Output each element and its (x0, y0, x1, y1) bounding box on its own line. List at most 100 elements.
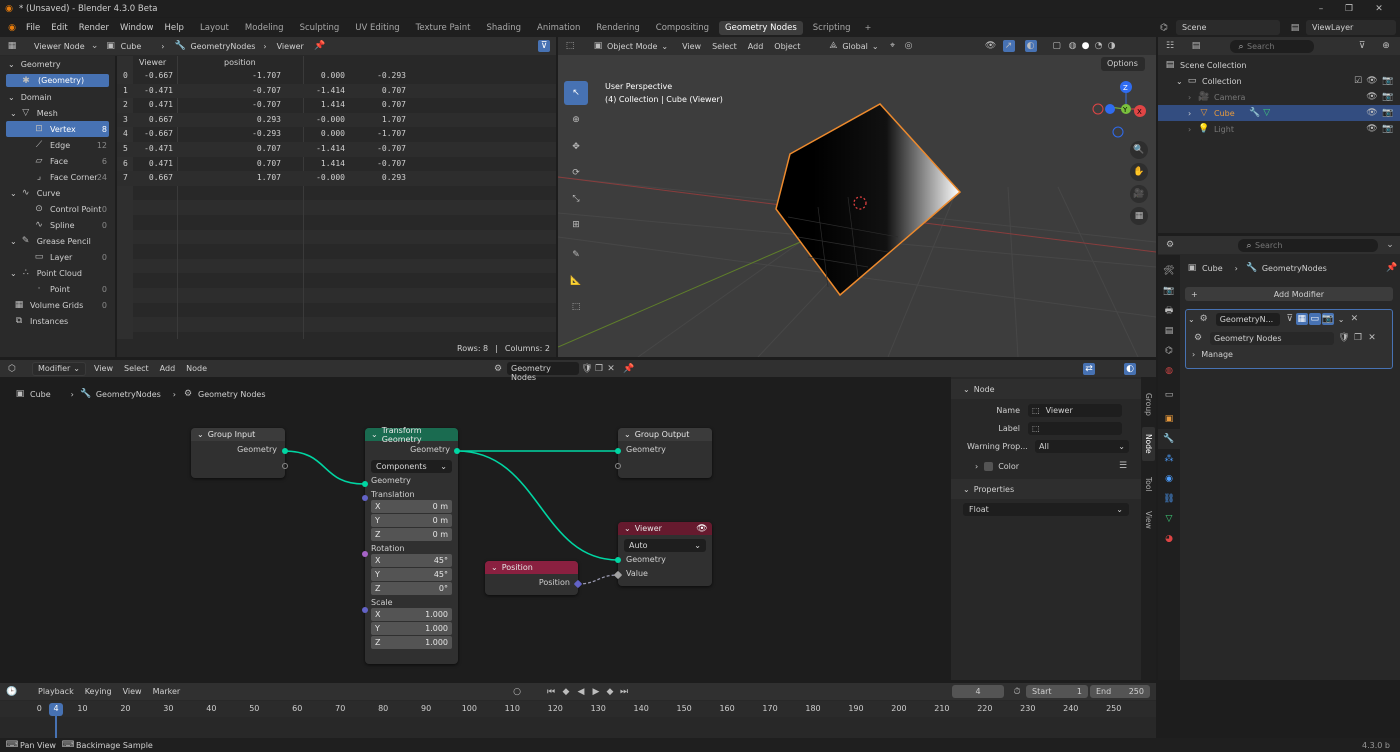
manage-subpanel[interactable]: › Manage (1186, 346, 1392, 362)
position-node[interactable]: ⌄ Position Position (485, 561, 583, 595)
display-mode-icon[interactable]: ▤ (1190, 40, 1202, 52)
render-visibility-icon[interactable]: 📷 (1382, 91, 1394, 103)
duplicate-icon[interactable]: ❐ (1352, 332, 1364, 344)
domain-volume-grids[interactable]: ▦ Volume Grids 0 (0, 297, 115, 313)
render-shading-icon[interactable]: ◑ (1106, 40, 1118, 52)
modifier-name-field[interactable]: GeometryN... (1215, 312, 1280, 326)
outliner-item-camera[interactable]: › 🎥 Camera 👁 📷 (1158, 89, 1400, 105)
workspace-tab-compositing[interactable]: Compositing (650, 21, 715, 35)
end-frame-field[interactable]: End 250 (1090, 685, 1150, 698)
sidebar-tab-node[interactable]: Node (1142, 427, 1155, 461)
pin-icon[interactable]: 📌 (1386, 262, 1398, 274)
timeline-menu-marker[interactable]: Marker (153, 687, 181, 696)
render-tab-icon[interactable]: 📷 (1158, 281, 1180, 301)
eye-icon[interactable]: 👁 (1366, 123, 1378, 135)
domain-dropdown[interactable]: Auto ⌄ (624, 539, 706, 552)
workspace-tab-modeling[interactable]: Modeling (239, 21, 290, 35)
domain-section[interactable]: ⌄ Domain (0, 89, 115, 105)
sidebar-tab-group[interactable]: Group (1142, 387, 1155, 421)
playhead[interactable]: 4 (49, 703, 63, 716)
prev-keyframe-icon[interactable]: ◆ (560, 686, 572, 698)
menu-render[interactable]: Render (79, 23, 109, 33)
overlay-icon[interactable]: ◐ (1024, 40, 1037, 52)
menu-window[interactable]: Window (120, 23, 154, 33)
remove-modifier-icon[interactable]: ✕ (1348, 313, 1360, 325)
menu-help[interactable]: Help (164, 23, 183, 33)
render-visibility-icon[interactable]: 📷 (1382, 107, 1394, 119)
annotate-tool-icon[interactable]: ✎ (564, 243, 588, 267)
translation-z[interactable]: Z 0 m (371, 528, 452, 541)
scale-tool-icon[interactable]: ⤡ (564, 187, 588, 211)
workspace-tab-sculpting[interactable]: Sculpting (294, 21, 346, 35)
domain-control-point[interactable]: ⊙ Control Point 0 (0, 201, 115, 217)
editmode-icon[interactable]: ▦ (1295, 313, 1308, 325)
workspace-tab-texture-paint[interactable]: Texture Paint (410, 21, 477, 35)
scale-z[interactable]: Z 1.000 (371, 636, 452, 649)
chevron-down-icon[interactable]: ⌄ (1338, 315, 1345, 324)
domain-layer[interactable]: ▭ Layer 0 (0, 249, 115, 265)
geometry-socket[interactable] (615, 557, 621, 563)
solid-shading-icon[interactable]: ● (1080, 40, 1092, 52)
viewport-menu-object[interactable]: Object (774, 42, 800, 51)
translation-socket[interactable] (362, 495, 368, 501)
gizmo-toggle-icon[interactable]: ↗ (1002, 40, 1015, 52)
rotation-z[interactable]: Z 0° (371, 582, 452, 595)
options-button[interactable]: Options (1101, 57, 1145, 71)
pin-icon[interactable]: 📌 (314, 40, 326, 52)
sidebar-tab-tool[interactable]: Tool (1142, 467, 1155, 501)
eye-icon[interactable]: 👁 (1366, 91, 1378, 103)
add-modifier-button[interactable]: + Add Modifier (1185, 287, 1393, 301)
timeline-menu-playback[interactable]: Playback (38, 687, 74, 696)
empty-socket[interactable] (282, 463, 288, 469)
translation-y[interactable]: Y 0 m (371, 514, 452, 527)
color-row[interactable]: › Color ☰ (951, 457, 1141, 475)
data-type-dropdown[interactable]: Float ⌄ (963, 503, 1129, 516)
geometry-item[interactable]: ✱ (Geometry) (6, 74, 109, 87)
jump-end-icon[interactable]: ⏭ (618, 686, 630, 698)
properties-search[interactable]: ⌕ (1238, 239, 1378, 252)
group-output-node[interactable]: ⌄ Group Output Geometry (615, 428, 712, 478)
geometry-input-socket[interactable] (362, 481, 368, 487)
xray-icon[interactable]: ▢ (1051, 40, 1063, 52)
data-tab-icon[interactable]: ▽ (1158, 509, 1180, 529)
viewport-toggle-icon[interactable]: ▭ (1308, 313, 1321, 325)
node-panel-header[interactable]: ⌄ Node (951, 379, 1141, 399)
select-tool-icon[interactable]: ↖ (564, 81, 588, 105)
unlink-icon[interactable]: ✕ (1366, 332, 1378, 344)
spreadsheet-mode[interactable]: Viewer Node (34, 42, 85, 51)
geometry-section[interactable]: ⌄ Geometry (0, 56, 115, 72)
column-header-position[interactable]: position (224, 58, 256, 67)
scene-tab-icon[interactable]: ⌬ (1158, 341, 1180, 361)
workspace-tab-animation[interactable]: Animation (531, 21, 586, 35)
chevron-down-icon[interactable]: ⌄ (1384, 239, 1396, 251)
mode-dropdown[interactable]: Components ⌄ (371, 460, 452, 473)
menu-edit[interactable]: Edit (51, 23, 67, 33)
frame-ruler[interactable]: 0 10 20 30 40 50 60 70 80 90 100 110 120 130 140 150 160… (0, 701, 1156, 717)
pan-hand-icon[interactable]: ✋ (1130, 163, 1148, 181)
add-cube-tool-icon[interactable]: ⬚ (564, 295, 588, 319)
geometry-socket[interactable] (282, 448, 288, 454)
scale-socket[interactable] (362, 607, 368, 613)
rotate-tool-icon[interactable]: ⟳ (564, 161, 588, 185)
play-icon[interactable]: ▶ (590, 686, 602, 698)
object-tab-icon[interactable]: ▣ (1158, 409, 1180, 429)
chevron-down-icon[interactable]: ⌄ (1188, 315, 1195, 324)
node-group-field[interactable]: Geometry Nodes (1210, 331, 1334, 345)
close-window-icon[interactable]: ✕ (1373, 3, 1385, 15)
editor-type-icon[interactable]: ▦ (6, 40, 18, 52)
blender-menu-icon[interactable]: ◉ (6, 22, 18, 34)
column-header-viewer[interactable]: Viewer (139, 58, 166, 67)
empty-socket[interactable] (615, 463, 621, 469)
workspace-tab-uv-editing[interactable]: UV Editing (349, 21, 405, 35)
domain-spline[interactable]: ∿ Spline 0 (0, 217, 115, 233)
world-tab-icon[interactable]: ◍ (1158, 361, 1180, 381)
scene-selector[interactable]: Scene (1176, 20, 1280, 35)
viewport-menu-view[interactable]: View (682, 42, 701, 51)
edit-mode-toggle-icon[interactable]: ⊽ (1284, 313, 1296, 325)
camera-view-icon[interactable]: 🎥 (1130, 185, 1148, 203)
filter-icon[interactable]: ⊽ (1356, 40, 1368, 52)
outliner-item-cube[interactable]: › ▽ Cube 👁 📷 🔧 ▽ (1158, 105, 1400, 121)
render-visibility-icon[interactable]: 📷 (1382, 123, 1394, 135)
context-modifier[interactable]: GeometryNodes (190, 42, 255, 51)
physics-tab-icon[interactable]: ◉ (1158, 469, 1180, 489)
